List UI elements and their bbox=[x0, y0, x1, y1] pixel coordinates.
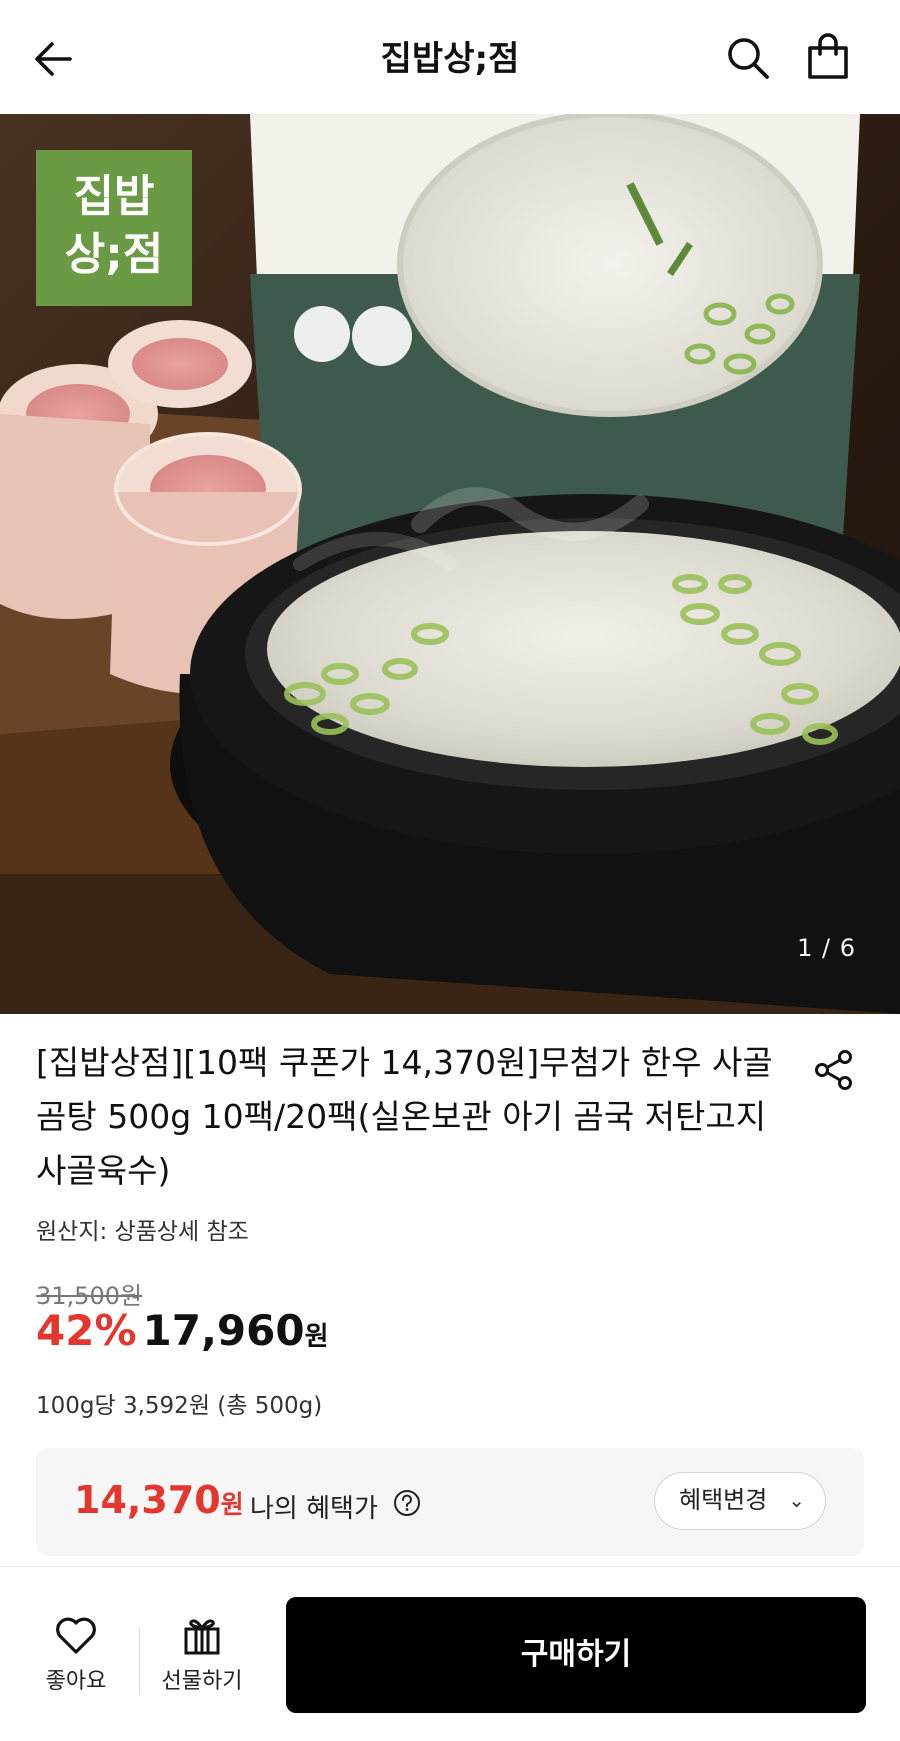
benefit-label: 나의 혜택가 bbox=[250, 1494, 378, 1524]
top-app-bar: 집밥상;점 bbox=[0, 0, 900, 114]
product-title: [집밥상점][10팩 쿠폰가 14,370원]무첨가 한우 사골곰탕 500g … bbox=[36, 1043, 773, 1190]
gift-label: 선물하기 bbox=[161, 1669, 243, 1694]
benefit-price-box: 14,370원 나의 혜택가 혜택변경 ⌄ bbox=[36, 1448, 864, 1556]
gift-button[interactable]: 선물하기 bbox=[154, 1615, 250, 1695]
chevron-down-icon: ⌄ bbox=[788, 1488, 805, 1512]
change-benefit-button[interactable]: 혜택변경 ⌄ bbox=[654, 1472, 826, 1530]
heart-icon bbox=[56, 1617, 96, 1654]
like-label: 좋아요 bbox=[45, 1669, 107, 1694]
discount-rate: 42% bbox=[36, 1306, 137, 1355]
gift-icon bbox=[184, 1619, 220, 1655]
sale-price: 17,960 bbox=[142, 1306, 305, 1355]
product-image-carousel[interactable]: 집밥 상;점 1 / 6 bbox=[0, 114, 900, 1014]
divider bbox=[139, 1627, 140, 1695]
benefit-price: 14,370원 bbox=[74, 1478, 244, 1522]
search-icon[interactable] bbox=[724, 34, 772, 82]
change-benefit-label: 혜택변경 bbox=[679, 1486, 768, 1514]
shopping-bag-icon[interactable] bbox=[804, 32, 852, 82]
share-icon[interactable] bbox=[812, 1048, 856, 1092]
logo-text-line-2: 상;점 bbox=[64, 229, 164, 280]
benefit-price-value: 14,370 bbox=[74, 1478, 221, 1522]
price-row: 42% 17,960원 bbox=[36, 1306, 329, 1362]
buy-button[interactable]: 구매하기 bbox=[286, 1597, 866, 1713]
unit-price: 100g당 3,592원 (총 500g) bbox=[36, 1393, 323, 1419]
bottom-action-bar: 좋아요 선물하기 구매하기 bbox=[0, 1566, 900, 1741]
logo-text-line-1: 집밥 bbox=[73, 171, 155, 222]
price-currency: 원 bbox=[304, 1322, 329, 1352]
origin-text: 원산지: 상품상세 참조 bbox=[36, 1219, 249, 1245]
help-circle-icon[interactable] bbox=[392, 1488, 422, 1518]
benefit-price-currency: 원 bbox=[220, 1490, 244, 1519]
like-button[interactable]: 좋아요 bbox=[40, 1615, 112, 1695]
brand-logo: 집밥 상;점 bbox=[36, 150, 192, 306]
image-counter: 1 / 6 bbox=[797, 934, 856, 962]
